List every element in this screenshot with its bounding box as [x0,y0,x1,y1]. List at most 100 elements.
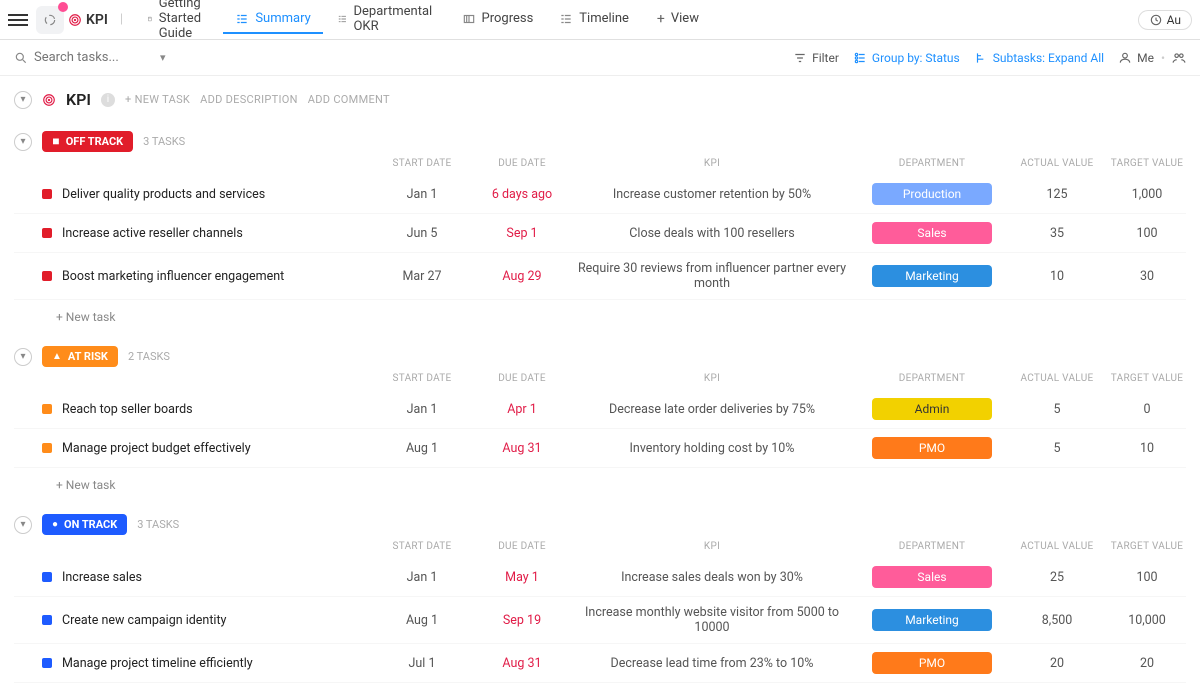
actual-value: 10 [1012,269,1102,284]
group-header: ▾ ◆OFF TRACK 3 TASKS [14,125,1186,158]
department-cell: PMO [852,652,1012,674]
due-date: 6 days ago [472,187,572,202]
search-input-wrapper[interactable]: ▾ [14,50,194,65]
subtasks-icon [974,51,988,65]
department-cell: PMO [852,437,1012,459]
collapse-group-button[interactable]: ▾ [14,348,32,366]
new-task-button[interactable]: + New task [14,468,1186,492]
add-description-button[interactable]: ADD DESCRIPTION [200,93,298,106]
new-task-button[interactable]: + NEW TASK [125,93,190,106]
list-header: ▾ KPI i + NEW TASK ADD DESCRIPTION ADD C… [0,76,1200,125]
department-pill[interactable]: PMO [872,652,992,674]
add-view-button[interactable]: +View [645,5,711,35]
collapse-all-button[interactable]: ▾ [14,91,32,109]
target-icon [68,13,82,27]
status-square-icon [42,572,52,582]
task-name: Increase active reseller channels [42,226,372,241]
due-date: Apr 1 [472,402,572,417]
start-date: Mar 27 [372,269,472,284]
kpi-text: Increase customer retention by 50% [572,187,852,202]
status-pill[interactable]: ●ON TRACK [42,514,127,535]
collapse-group-button[interactable]: ▾ [14,133,32,151]
tab-departmental-okr[interactable]: Departmental OKR [325,0,448,42]
task-count: 3 TASKS [143,135,185,148]
view-tabs: Getting Started GuideSummaryDepartmental… [135,0,641,49]
task-name: Deliver quality products and services [42,187,372,202]
filter-button[interactable]: Filter [793,51,839,65]
add-comment-button[interactable]: ADD COMMENT [308,93,390,106]
target-value: 0 [1102,402,1192,417]
status-pill-icon: ◆ [49,135,62,148]
tab-icon [147,12,153,26]
task-row[interactable]: Create new campaign identity Aug 1 Sep 1… [14,597,1186,644]
difference-value: 0 [1192,656,1200,671]
department-cell: Admin [852,398,1012,420]
department-pill[interactable]: Sales [872,222,992,244]
kpi-text: Require 30 reviews from influencer partn… [572,261,852,291]
people-icon [1172,51,1186,65]
task-row[interactable]: Deliver quality products and services Ja… [14,175,1186,214]
department-pill[interactable]: Admin [872,398,992,420]
status-pill-icon: ● [52,519,58,530]
department-pill[interactable]: Production [872,183,992,205]
task-row[interactable]: Increase sales Jan 1 May 1 Increase sale… [14,558,1186,597]
difference-value: 5 [1192,441,1200,456]
target-value: 10,000 [1102,613,1192,628]
status-group-atrisk: ▾ ▲AT RISK 2 TASKS TASKSTART DATEDUE DAT… [0,340,1200,508]
menu-icon[interactable] [8,14,28,26]
me-button[interactable]: Me • [1118,51,1186,65]
info-icon[interactable]: i [101,93,115,107]
tab-getting-started-guide[interactable]: Getting Started Guide [135,0,221,49]
collapse-group-button[interactable]: ▾ [14,516,32,534]
top-bar: KPI | Getting Started GuideSummaryDepart… [0,0,1200,40]
department-pill[interactable]: PMO [872,437,992,459]
actual-value: 125 [1012,187,1102,202]
task-name: Create new campaign identity [42,613,372,628]
column-headers: TASKSTART DATEDUE DATEKPIDEPARTMENTACTUA… [14,373,1186,390]
status-pill[interactable]: ▲AT RISK [42,346,118,367]
kpi-text: Increase monthly website visitor from 50… [572,605,852,635]
spinner-icon [43,13,57,27]
list-title: KPI [66,90,91,109]
group-header: ▾ ▲AT RISK 2 TASKS [14,340,1186,373]
target-value: 10 [1102,441,1192,456]
difference-value: 75 [1192,570,1200,585]
start-date: Jan 1 [372,570,472,585]
actual-value: 20 [1012,656,1102,671]
automation-button[interactable]: Au [1138,10,1192,30]
status-pill[interactable]: ◆OFF TRACK [42,131,133,152]
actual-value: 25 [1012,570,1102,585]
difference-value: 20 [1192,269,1200,284]
due-date: Aug 29 [472,269,572,284]
search-input[interactable] [34,50,154,65]
tab-timeline[interactable]: Timeline [547,5,641,34]
department-pill[interactable]: Marketing [872,609,992,631]
column-headers: TASKSTART DATEDUE DATEKPIDEPARTMENTACTUA… [14,541,1186,558]
groupby-button[interactable]: Group by: Status [853,51,960,65]
task-name: Boost marketing influencer engagement [42,269,372,284]
target-value: 100 [1102,570,1192,585]
filter-icon [793,51,807,65]
department-cell: Marketing [852,609,1012,631]
new-task-button[interactable]: + New task [14,300,1186,324]
chevron-down-icon[interactable]: ▾ [160,51,166,64]
task-row[interactable]: Manage project budget effectively Aug 1 … [14,429,1186,468]
task-row[interactable]: Manage project timeline efficiently Jul … [14,644,1186,683]
status-pill-icon: ▲ [52,351,62,362]
task-row[interactable]: Boost marketing influencer engagement Ma… [14,253,1186,300]
loading-chip[interactable] [36,6,64,34]
due-date: May 1 [472,570,572,585]
task-row[interactable]: Increase active reseller channels Jun 5 … [14,214,1186,253]
task-row[interactable]: Reach top seller boards Jan 1 Apr 1 Decr… [14,390,1186,429]
task-name: Manage project budget effectively [42,441,372,456]
department-pill[interactable]: Sales [872,566,992,588]
department-pill[interactable]: Marketing [872,265,992,287]
task-name: Reach top seller boards [42,402,372,417]
subtasks-button[interactable]: Subtasks: Expand All [974,51,1104,65]
tab-progress[interactable]: Progress [450,5,546,34]
tab-summary[interactable]: Summary [223,5,322,34]
tab-icon [462,12,476,26]
department-cell: Sales [852,566,1012,588]
task-name: Manage project timeline efficiently [42,656,372,671]
start-date: Jun 5 [372,226,472,241]
